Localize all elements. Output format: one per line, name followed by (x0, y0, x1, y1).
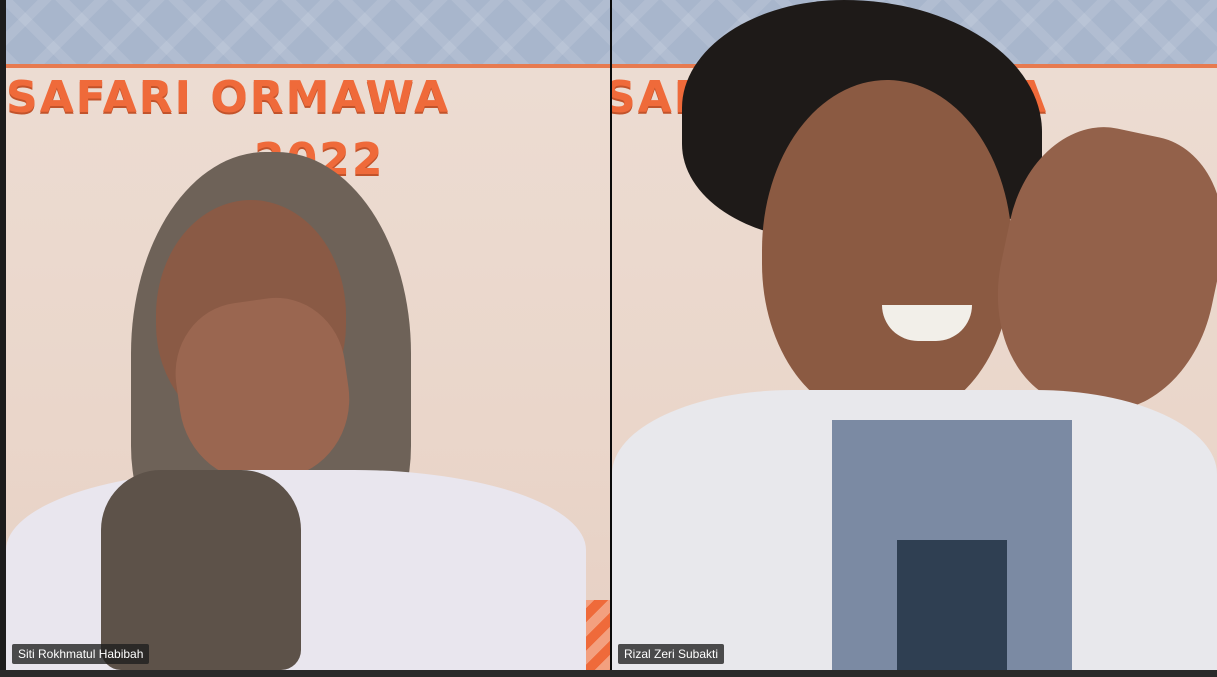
participant-name-label: Rizal Zeri Subakti (618, 644, 725, 664)
scarf-drape (101, 470, 301, 670)
participant-tile-1[interactable]: SAFARI ORMAWA 2022 Siti Rokhmatul Habiba… (6, 0, 610, 670)
bottom-edge (0, 670, 1217, 677)
participant-tile-2[interactable]: SAFARI ORMAWA Rizal Zeri Subakti (612, 0, 1217, 670)
participant-name-label: Siti Rokhmatul Habibah (12, 644, 150, 664)
participant-video-feed (6, 0, 610, 670)
video-grid: SAFARI ORMAWA 2022 Siti Rokhmatul Habiba… (0, 0, 1217, 677)
face-shape (762, 80, 1012, 420)
participant-video-feed (612, 0, 1217, 670)
inner-shirt-shape (897, 540, 1007, 670)
